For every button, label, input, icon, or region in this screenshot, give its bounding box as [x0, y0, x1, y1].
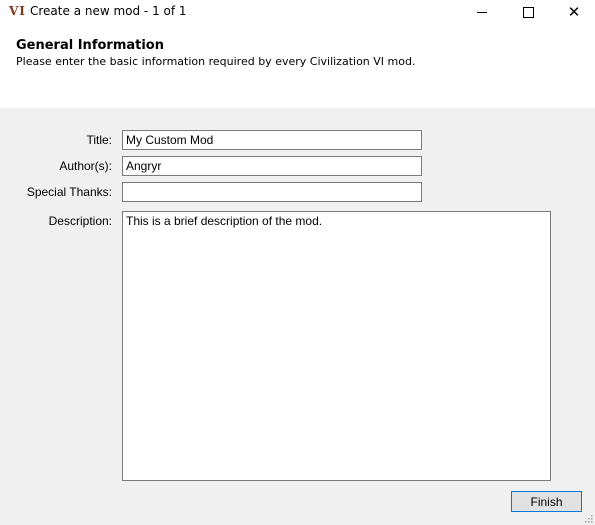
wizard-header: General Information Please enter the bas…	[0, 24, 595, 108]
authors-label: Author(s):	[59, 159, 112, 173]
close-button[interactable]: ✕	[551, 0, 595, 24]
authors-input[interactable]	[122, 156, 422, 176]
finish-button[interactable]: Finish	[511, 491, 582, 512]
special-thanks-label: Special Thanks:	[26, 185, 112, 199]
maximize-button[interactable]	[505, 0, 551, 24]
page-subtitle: Please enter the basic information requi…	[16, 55, 416, 68]
title-bar[interactable]: VI Create a new mod - 1 of 1 ✕	[0, 0, 595, 24]
special-thanks-input[interactable]	[122, 182, 422, 202]
title-input[interactable]	[122, 130, 422, 150]
minimize-icon	[477, 11, 487, 13]
description-textarea[interactable]: This is a brief description of the mod.	[122, 211, 551, 481]
window-title: Create a new mod - 1 of 1	[30, 4, 187, 18]
page-title: General Information	[16, 38, 164, 53]
resize-grip-icon[interactable]	[583, 513, 593, 523]
description-label: Description:	[48, 214, 112, 228]
close-icon: ✕	[567, 2, 581, 21]
minimize-button[interactable]	[459, 0, 505, 24]
maximize-icon	[522, 6, 534, 18]
title-label: Title:	[86, 133, 112, 147]
app-logo-icon: VI	[9, 4, 26, 18]
